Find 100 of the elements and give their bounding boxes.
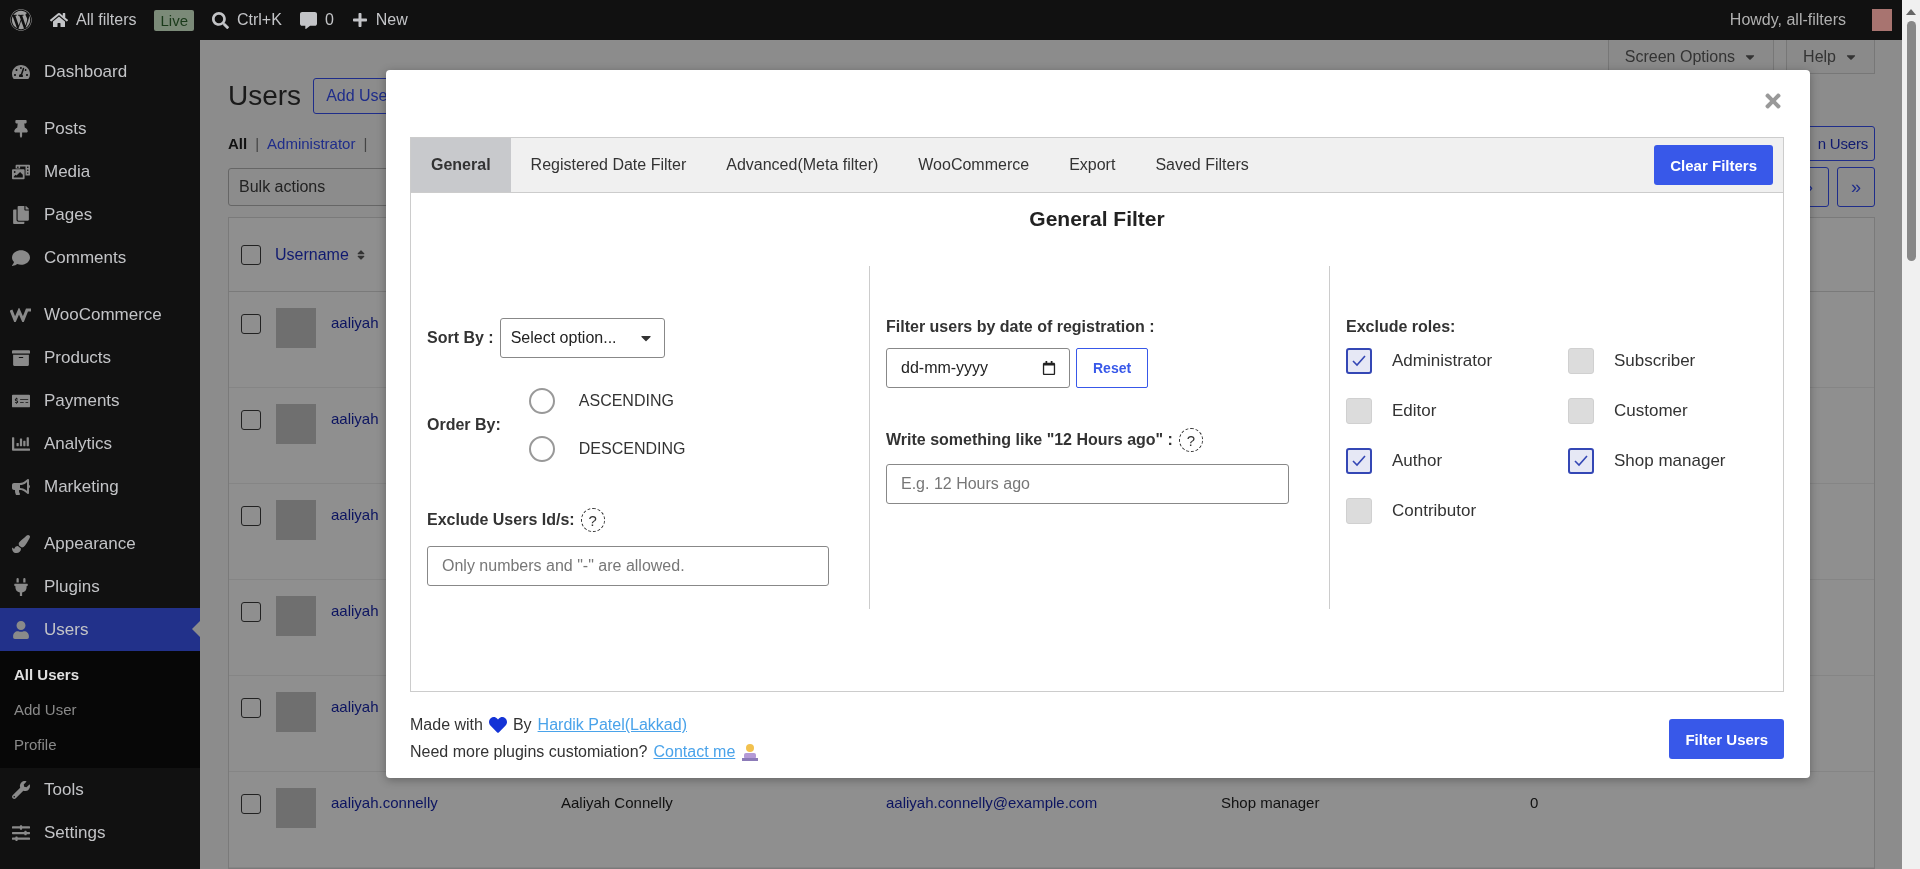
submenu-item[interactable]: Profile [0, 727, 200, 762]
filter-tab[interactable]: Saved Filters [1135, 138, 1269, 192]
sidebar-item[interactable]: Settings [0, 811, 200, 854]
calendar-icon[interactable] [1042, 361, 1056, 375]
check-icon [1574, 455, 1588, 467]
sidebar-item[interactable]: Analytics [0, 422, 200, 465]
reset-button[interactable]: Reset [1076, 348, 1149, 388]
check-icon [1352, 355, 1366, 367]
sidebar-item[interactable]: Media [0, 150, 200, 193]
sidebar-item[interactable]: Appearance [0, 522, 200, 565]
sidebar-item[interactable]: Pages [0, 193, 200, 236]
sidebar-item[interactable]: Comments [0, 236, 200, 279]
email-link[interactable]: aaliyah.connelly@example.com [886, 794, 1206, 811]
search-shortcut[interactable]: Ctrl+K [237, 11, 282, 29]
row-checkbox[interactable] [241, 698, 261, 718]
archive-icon [12, 348, 30, 367]
credit-text: By [512, 716, 532, 734]
role-filter-link[interactable]: Administrator [267, 135, 356, 152]
sidebar-item-label: Posts [44, 118, 87, 139]
relative-time-input[interactable]: E.g. 12 Hours ago [886, 464, 1289, 504]
relative-time-label: Write something like "12 Hours ago" : [886, 431, 1173, 449]
w-shape-icon [10, 307, 32, 322]
page-title: Users [228, 80, 302, 112]
filter-tab[interactable]: WooCommerce [898, 138, 1050, 192]
role-checkbox[interactable] [1346, 348, 1372, 374]
live-badge: Live [154, 9, 194, 31]
separator-text: | [363, 135, 368, 152]
gauge-icon [12, 62, 30, 81]
submenu-item[interactable]: All Users [0, 657, 200, 692]
role-label: Subscriber [1614, 351, 1696, 371]
comment-icon[interactable] [299, 11, 317, 29]
avatar-placeholder [276, 308, 316, 348]
radio-button[interactable] [528, 436, 555, 462]
avatar-placeholder [276, 788, 316, 828]
scrollbar[interactable] [1902, 0, 1920, 869]
user-icon [12, 620, 30, 639]
column-header-link[interactable]: Username [275, 245, 367, 264]
user-login-link[interactable]: aaliyah.connelly [331, 794, 546, 811]
sidebar-item-label: Dashboard [44, 61, 128, 82]
select-value: Select option... [510, 329, 617, 347]
wordpress-logo-icon[interactable] [10, 9, 32, 31]
exclude-ids-input[interactable]: Only numbers and "-" are allowed. [427, 546, 829, 586]
filter-tab[interactable]: Export [1049, 138, 1136, 192]
row-checkbox[interactable] [241, 506, 261, 526]
credit-text: Made with [410, 716, 483, 734]
sidebar-item-label: Comments [44, 247, 127, 268]
search-icon[interactable] [212, 11, 229, 29]
sidebar-item-label: Pages [44, 204, 93, 225]
avatar-placeholder [276, 692, 316, 732]
wrench-icon [12, 780, 30, 799]
pin-icon [12, 119, 30, 138]
role-label: Shop manager [1614, 451, 1726, 471]
name-cell-text: Aaliyah Connelly [561, 794, 674, 811]
greeting-text[interactable]: Howdy, all-filters [1729, 11, 1846, 29]
sidebar-item[interactable]: Payments [0, 379, 200, 422]
row-checkbox[interactable] [241, 410, 261, 430]
posts-cell: 0 [1530, 794, 1539, 811]
bar-chart-icon [12, 434, 30, 453]
submenu-item[interactable]: Add User [0, 692, 200, 727]
radio-label: ASCENDING [578, 392, 674, 410]
comment-count[interactable]: 0 [324, 11, 334, 29]
plus-icon[interactable] [351, 12, 368, 28]
avatar-placeholder [276, 404, 316, 444]
plug-icon [12, 577, 30, 596]
role-label: Author [1392, 451, 1443, 471]
filter-users-button[interactable]: Filter Users [1669, 719, 1784, 759]
help-tab[interactable]: Help [1786, 40, 1875, 74]
registration-date-label: Filter users by date of registration : [886, 318, 1155, 336]
sidebar-item[interactable]: Dashboard [0, 50, 200, 93]
select-all-checkbox[interactable] [241, 244, 261, 265]
pages-icon [12, 205, 30, 224]
sidebar-item-label: Media [44, 161, 91, 182]
row-checkbox[interactable] [241, 794, 261, 814]
role-label: Editor [1392, 401, 1437, 421]
radio-button[interactable] [528, 388, 555, 414]
filter-tab[interactable]: Advanced(Meta filter) [706, 138, 899, 192]
avatar-placeholder [276, 596, 316, 636]
sidebar-item[interactable]: Plugins [0, 565, 200, 608]
role-checkbox[interactable] [1568, 448, 1594, 474]
sidebar-item[interactable]: WooCommerce [0, 293, 200, 336]
filter-tab[interactable]: General [411, 138, 511, 192]
check-icon [1352, 455, 1366, 467]
role-filter-link[interactable]: All [228, 135, 248, 152]
role-checkbox[interactable] [1346, 448, 1372, 474]
sidebar-item[interactable]: Users [0, 608, 200, 651]
sidebar-item[interactable]: Posts [0, 107, 200, 150]
pager-button[interactable]: » [1837, 167, 1875, 207]
date-input[interactable]: dd-mm-yyyy [886, 348, 1070, 388]
sort-by-select[interactable]: Select option... [499, 318, 665, 358]
sidebar-item[interactable]: Products [0, 336, 200, 379]
sidebar-item[interactable]: Marketing [0, 465, 200, 508]
clear-filters-button[interactable]: Clear Filters [1654, 145, 1773, 185]
new-link[interactable]: New [375, 11, 408, 29]
sidebar-item[interactable]: Tools [0, 768, 200, 811]
site-name-link[interactable]: All filters [76, 11, 137, 29]
sidebar-item-label: Products [44, 347, 112, 368]
row-checkbox[interactable] [241, 314, 261, 334]
question-text: Need more plugins customiation? [410, 743, 648, 761]
row-checkbox[interactable] [241, 602, 261, 622]
sliders-icon [12, 823, 30, 842]
